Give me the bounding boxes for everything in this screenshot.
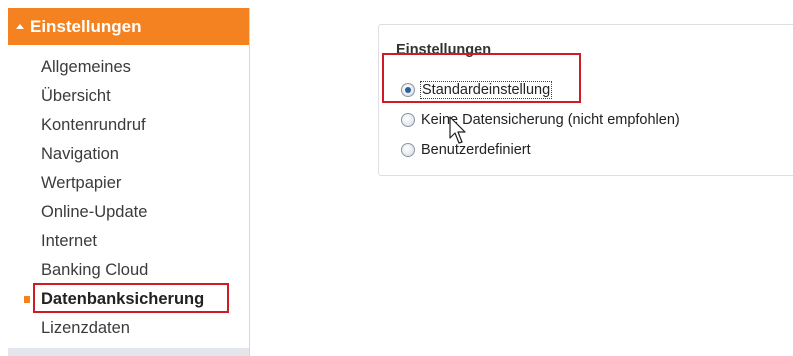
sidebar-item-uebersicht[interactable]: Übersicht (8, 82, 249, 111)
sidebar-item-label: Internet (41, 232, 97, 250)
highlight-box (33, 283, 229, 313)
sidebar-item-label: Kontenrundruf (41, 116, 146, 134)
sidebar-item-online-update[interactable]: Online-Update (8, 198, 249, 227)
sidebar-header[interactable]: Einstellungen (8, 8, 249, 45)
sidebar-item-wertpapier[interactable]: Wertpapier (8, 169, 249, 198)
option-label[interactable]: Benutzerdefiniert (421, 142, 531, 158)
caret-up-icon (16, 24, 24, 29)
settings-panel: Einstellungen Standardeinstellung Keine … (378, 24, 793, 176)
mouse-pointer-icon (449, 116, 466, 144)
option-keine-datensicherung[interactable]: Keine Datensicherung (nicht empfohlen) (401, 109, 680, 131)
active-bullet-icon (24, 296, 30, 303)
option-standardeinstellung[interactable]: Standardeinstellung (401, 79, 553, 101)
radio-button[interactable] (401, 113, 415, 127)
settings-sidebar: Einstellungen Allgemeines Übersicht Kont… (8, 8, 250, 356)
sidebar-item-allgemeines[interactable]: Allgemeines (8, 53, 249, 82)
option-label[interactable]: Standardeinstellung (419, 81, 553, 99)
sidebar-item-label: Banking Cloud (41, 261, 149, 279)
sidebar-item-label: Wertpapier (41, 174, 122, 192)
sidebar-nav: Allgemeines Übersicht Kontenrundruf Navi… (8, 53, 249, 343)
radio-button-checked[interactable] (401, 83, 415, 97)
sidebar-footer (8, 348, 249, 356)
sidebar-item-label: Navigation (41, 145, 119, 163)
sidebar-item-label: Online-Update (41, 203, 148, 221)
sidebar-item-datenbanksicherung[interactable]: Datenbanksicherung (8, 283, 249, 314)
sidebar-item-navigation[interactable]: Navigation (8, 140, 249, 169)
sidebar-item-label: Lizenzdaten (41, 319, 130, 337)
radio-button[interactable] (401, 143, 415, 157)
sidebar-item-banking-cloud[interactable]: Banking Cloud (8, 256, 249, 285)
sidebar-item-lizenzdaten[interactable]: Lizenzdaten (8, 314, 249, 343)
sidebar-item-kontenrundruf[interactable]: Kontenrundruf (8, 111, 249, 140)
sidebar-item-internet[interactable]: Internet (8, 227, 249, 256)
sidebar-item-label: Allgemeines (41, 58, 131, 76)
sidebar-item-label: Übersicht (41, 87, 111, 105)
sidebar-header-title: Einstellungen (30, 16, 142, 36)
